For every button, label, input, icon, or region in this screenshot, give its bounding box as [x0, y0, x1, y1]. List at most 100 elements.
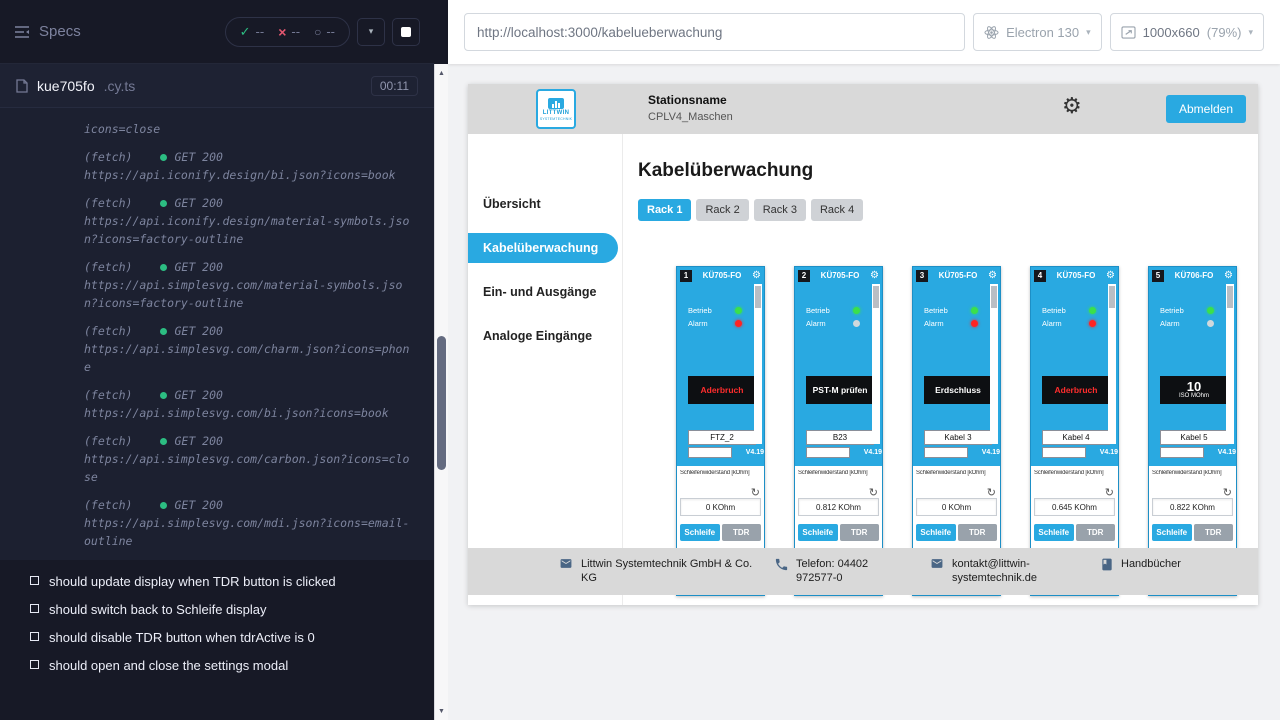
log-entry[interactable]: (fetch)GET 200 https://api.simplesvg.com… — [84, 496, 414, 550]
device-scrollbar[interactable] — [1108, 284, 1116, 444]
test-item[interactable]: should open and close the settings modal — [30, 658, 420, 673]
tdr-button[interactable]: TDR — [1076, 524, 1116, 541]
fetch-url: https://api.simplesvg.com/material-symbo… — [84, 276, 414, 312]
fetch-tag: (fetch) — [84, 258, 132, 276]
app-sidebar: Übersicht Kabelüberwachung Ein- und Ausg… — [468, 134, 623, 605]
sidebar-item-kabelueberwachung[interactable]: Kabelüberwachung — [468, 233, 618, 263]
device-scrollbar[interactable] — [872, 284, 880, 444]
resistance-label: Schleifenwiderstand [kOhm] — [916, 470, 997, 476]
device-gear-icon[interactable]: ⚙ — [1106, 270, 1115, 281]
version-field — [924, 447, 968, 458]
device-gear-icon[interactable]: ⚙ — [988, 270, 997, 281]
test-state-icon — [30, 576, 39, 585]
specs-menu-button[interactable]: Specs — [14, 23, 81, 40]
alarm-label: Alarm — [1160, 319, 1180, 328]
logout-button[interactable]: Abmelden — [1166, 95, 1246, 123]
device-number-badge: 4 — [1034, 270, 1046, 282]
sidebar-item-uebersicht[interactable]: Übersicht — [468, 182, 622, 226]
tab-rack-2[interactable]: Rack 2 — [696, 199, 748, 221]
scrollbar-thumb[interactable] — [1227, 286, 1233, 308]
success-dot-icon — [160, 328, 167, 335]
test-title: should open and close the settings modal — [49, 658, 288, 673]
status-text: Erdschluss — [935, 385, 981, 395]
scrollbar-thumb[interactable] — [755, 286, 761, 308]
alarm-led — [1207, 320, 1214, 327]
betrieb-label: Betrieb — [924, 306, 948, 315]
log-entry[interactable]: icons=close — [84, 120, 414, 138]
fetch-tag: (fetch) — [84, 194, 132, 212]
device-scrollbar[interactable] — [754, 284, 762, 444]
url-input[interactable] — [464, 13, 965, 51]
version-row: V4.19 — [1042, 447, 1118, 458]
fetch-url: https://api.simplesvg.com/carbon.json?ic… — [84, 450, 414, 486]
scrollbar-thumb[interactable] — [873, 286, 879, 308]
tdr-button[interactable]: TDR — [722, 524, 762, 541]
viewport-select[interactable]: 1000x660 (79%) ▾ — [1110, 13, 1264, 51]
refresh-icon[interactable]: ↻ — [1105, 486, 1114, 499]
tdr-button[interactable]: TDR — [840, 524, 880, 541]
schleife-button[interactable]: Schleife — [1034, 524, 1074, 541]
runner-header: Specs ✓-- ×-- ○-- ▾ — [0, 0, 434, 64]
test-state-icon — [30, 632, 39, 641]
log-entry[interactable]: (fetch)GET 200 https://api.simplesvg.com… — [84, 432, 414, 486]
scrollbar-thumb[interactable] — [991, 286, 997, 308]
device-number-badge: 5 — [1152, 270, 1164, 282]
version-row: V4.19 — [1160, 447, 1236, 458]
cable-name: Kabel 3 — [924, 430, 992, 445]
test-item[interactable]: should disable TDR button when tdrActive… — [30, 630, 420, 645]
log-entry[interactable]: (fetch)GET 200 https://api.iconify.desig… — [84, 194, 414, 248]
test-item[interactable]: should update display when TDR button is… — [30, 574, 420, 589]
device-scrollbar[interactable] — [990, 284, 998, 444]
device-number-badge: 1 — [680, 270, 692, 282]
schleife-button[interactable]: Schleife — [680, 524, 720, 541]
settings-gear-icon[interactable]: ⚙ — [1062, 93, 1082, 119]
scrollbar-thumb[interactable] — [437, 336, 446, 470]
refresh-icon[interactable]: ↻ — [987, 486, 996, 499]
tab-rack-1[interactable]: Rack 1 — [638, 199, 691, 221]
scrollbar-thumb[interactable] — [1109, 286, 1115, 308]
status-display: Aderbruch — [688, 376, 756, 404]
alarm-led — [735, 320, 742, 327]
refresh-icon[interactable]: ↻ — [751, 486, 760, 499]
status-text: Aderbruch — [1055, 385, 1098, 395]
scroll-down-arrow-icon[interactable]: ▼ — [435, 704, 448, 718]
device-card: 2 KÜ705-FO ⚙ Betrieb Alarm PST-M prüfen … — [794, 266, 883, 596]
tab-rack-3[interactable]: Rack 3 — [754, 199, 806, 221]
device-card-header: 5 KÜ706-FO ⚙ — [1149, 267, 1236, 284]
schleife-button[interactable]: Schleife — [798, 524, 838, 541]
sidebar-item-analoge-eingaenge[interactable]: Analoge Eingänge — [468, 314, 622, 358]
log-entry[interactable]: (fetch)GET 200 https://api.simplesvg.com… — [84, 322, 414, 376]
app-viewport: LITTWIN SYSTEMTECHNIK Stationsname CPLV4… — [468, 84, 1258, 605]
fetch-status: GET 200 — [174, 496, 222, 514]
spec-file-row[interactable]: kue705fo.cy.ts 00:11 — [0, 64, 434, 108]
tdr-button[interactable]: TDR — [1194, 524, 1234, 541]
schleife-button[interactable]: Schleife — [916, 524, 956, 541]
sidebar-item-ein-und-ausgaenge[interactable]: Ein- und Ausgänge — [468, 270, 622, 314]
device-gear-icon[interactable]: ⚙ — [870, 270, 879, 281]
browser-select[interactable]: Electron 130 ▾ — [973, 13, 1102, 51]
stop-run-button[interactable] — [392, 18, 420, 46]
scroll-up-arrow-icon[interactable]: ▲ — [435, 66, 448, 80]
tab-rack-4[interactable]: Rack 4 — [811, 199, 863, 221]
refresh-icon[interactable]: ↻ — [1223, 486, 1232, 499]
device-gear-icon[interactable]: ⚙ — [752, 270, 761, 281]
test-list: should update display when TDR button is… — [0, 560, 434, 720]
stat-passed: ✓-- — [240, 24, 265, 40]
led-panel: Betrieb Alarm — [688, 304, 742, 330]
log-entry[interactable]: (fetch)GET 200 https://api.iconify.desig… — [84, 148, 414, 184]
log-entry[interactable]: (fetch)GET 200 https://api.simplesvg.com… — [84, 386, 414, 422]
runner-scrollbar[interactable]: ▲ ▼ — [434, 64, 448, 720]
device-scrollbar[interactable] — [1226, 284, 1234, 444]
device-gear-icon[interactable]: ⚙ — [1224, 270, 1233, 281]
footer-manuals[interactable]: Handbücher — [1100, 557, 1181, 572]
schleife-button[interactable]: Schleife — [1152, 524, 1192, 541]
test-item[interactable]: should switch back to Schleife display — [30, 602, 420, 617]
footer-manuals-text: Handbücher — [1121, 557, 1181, 571]
collapse-button[interactable]: ▾ — [357, 18, 385, 46]
footer-phone: Telefon: 04402 972577-0 — [774, 557, 911, 585]
stat-pending: ○-- — [314, 24, 335, 39]
refresh-icon[interactable]: ↻ — [869, 486, 878, 499]
tdr-button[interactable]: TDR — [958, 524, 998, 541]
alarm-led — [1089, 320, 1096, 327]
log-entry[interactable]: (fetch)GET 200 https://api.simplesvg.com… — [84, 258, 414, 312]
